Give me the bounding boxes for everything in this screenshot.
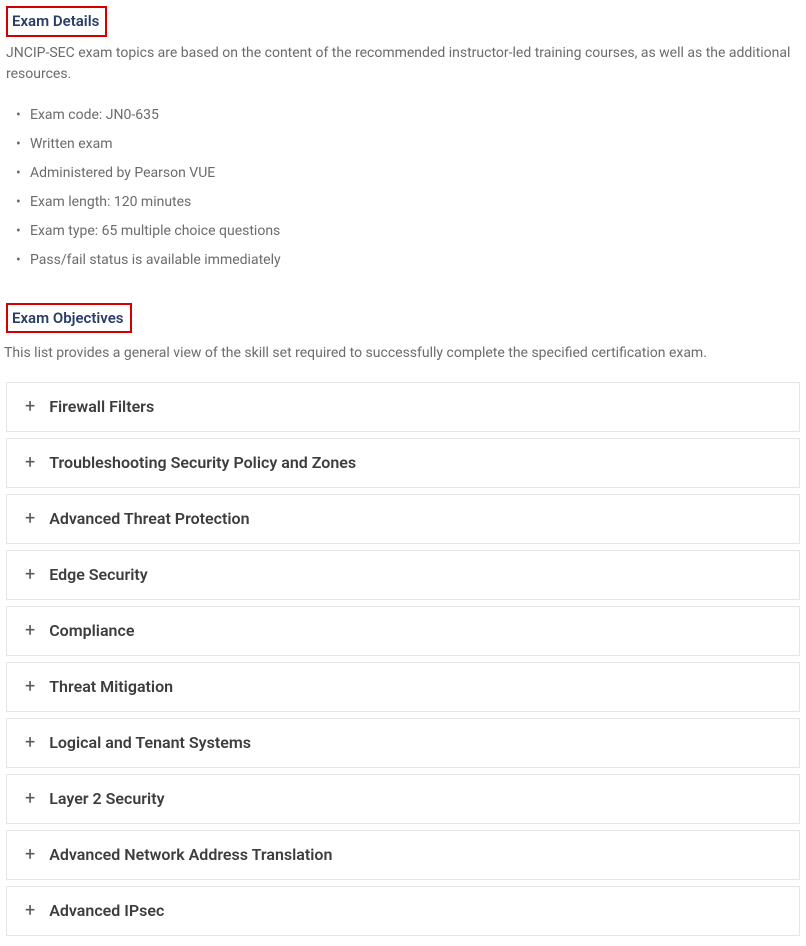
exam-objectives-intro: This list provides a general view of the… <box>4 343 800 364</box>
accordion-item-ipsec[interactable]: + Advanced IPsec <box>6 886 800 936</box>
accordion-item-advanced-threat[interactable]: + Advanced Threat Protection <box>6 494 800 544</box>
exam-details-heading: Exam Details <box>6 6 107 37</box>
exam-details-section: Exam Details JNCIP-SEC exam topics are b… <box>6 6 800 275</box>
accordion: + Firewall Filters + Troubleshooting Sec… <box>6 382 800 936</box>
accordion-title: Advanced IPsec <box>49 899 164 923</box>
accordion-item-troubleshooting[interactable]: + Troubleshooting Security Policy and Zo… <box>6 438 800 488</box>
plus-icon: + <box>25 454 35 472</box>
accordion-title: Troubleshooting Security Policy and Zone… <box>49 451 356 475</box>
accordion-title: Compliance <box>49 619 134 643</box>
plus-icon: + <box>25 622 35 640</box>
accordion-title: Layer 2 Security <box>49 787 164 811</box>
accordion-title: Threat Mitigation <box>49 675 173 699</box>
plus-icon: + <box>25 790 35 808</box>
accordion-item-nat[interactable]: + Advanced Network Address Translation <box>6 830 800 880</box>
plus-icon: + <box>25 678 35 696</box>
accordion-item-firewall-filters[interactable]: + Firewall Filters <box>6 382 800 432</box>
accordion-title: Advanced Threat Protection <box>49 507 249 531</box>
plus-icon: + <box>25 398 35 416</box>
exam-objectives-section: Exam Objectives This list provides a gen… <box>6 303 800 937</box>
exam-objectives-heading: Exam Objectives <box>6 303 132 334</box>
plus-icon: + <box>25 846 35 864</box>
accordion-title: Advanced Network Address Translation <box>49 843 332 867</box>
accordion-item-threat-mitigation[interactable]: + Threat Mitigation <box>6 662 800 712</box>
list-item: Exam type: 65 multiple choice questions <box>16 217 800 246</box>
list-item: Pass/fail status is available immediatel… <box>16 246 800 275</box>
list-item: Written exam <box>16 130 800 159</box>
plus-icon: + <box>25 566 35 584</box>
accordion-title: Firewall Filters <box>49 395 154 419</box>
accordion-item-edge-security[interactable]: + Edge Security <box>6 550 800 600</box>
exam-details-intro: JNCIP-SEC exam topics are based on the c… <box>6 43 800 85</box>
accordion-title: Edge Security <box>49 563 147 587</box>
plus-icon: + <box>25 734 35 752</box>
accordion-item-compliance[interactable]: + Compliance <box>6 606 800 656</box>
list-item: Exam code: JN0-635 <box>16 101 800 130</box>
exam-details-list: Exam code: JN0-635 Written exam Administ… <box>16 101 800 275</box>
accordion-title: Logical and Tenant Systems <box>49 731 251 755</box>
plus-icon: + <box>25 510 35 528</box>
accordion-item-logical-tenant[interactable]: + Logical and Tenant Systems <box>6 718 800 768</box>
list-item: Exam length: 120 minutes <box>16 188 800 217</box>
list-item: Administered by Pearson VUE <box>16 159 800 188</box>
accordion-item-layer2[interactable]: + Layer 2 Security <box>6 774 800 824</box>
plus-icon: + <box>25 902 35 920</box>
